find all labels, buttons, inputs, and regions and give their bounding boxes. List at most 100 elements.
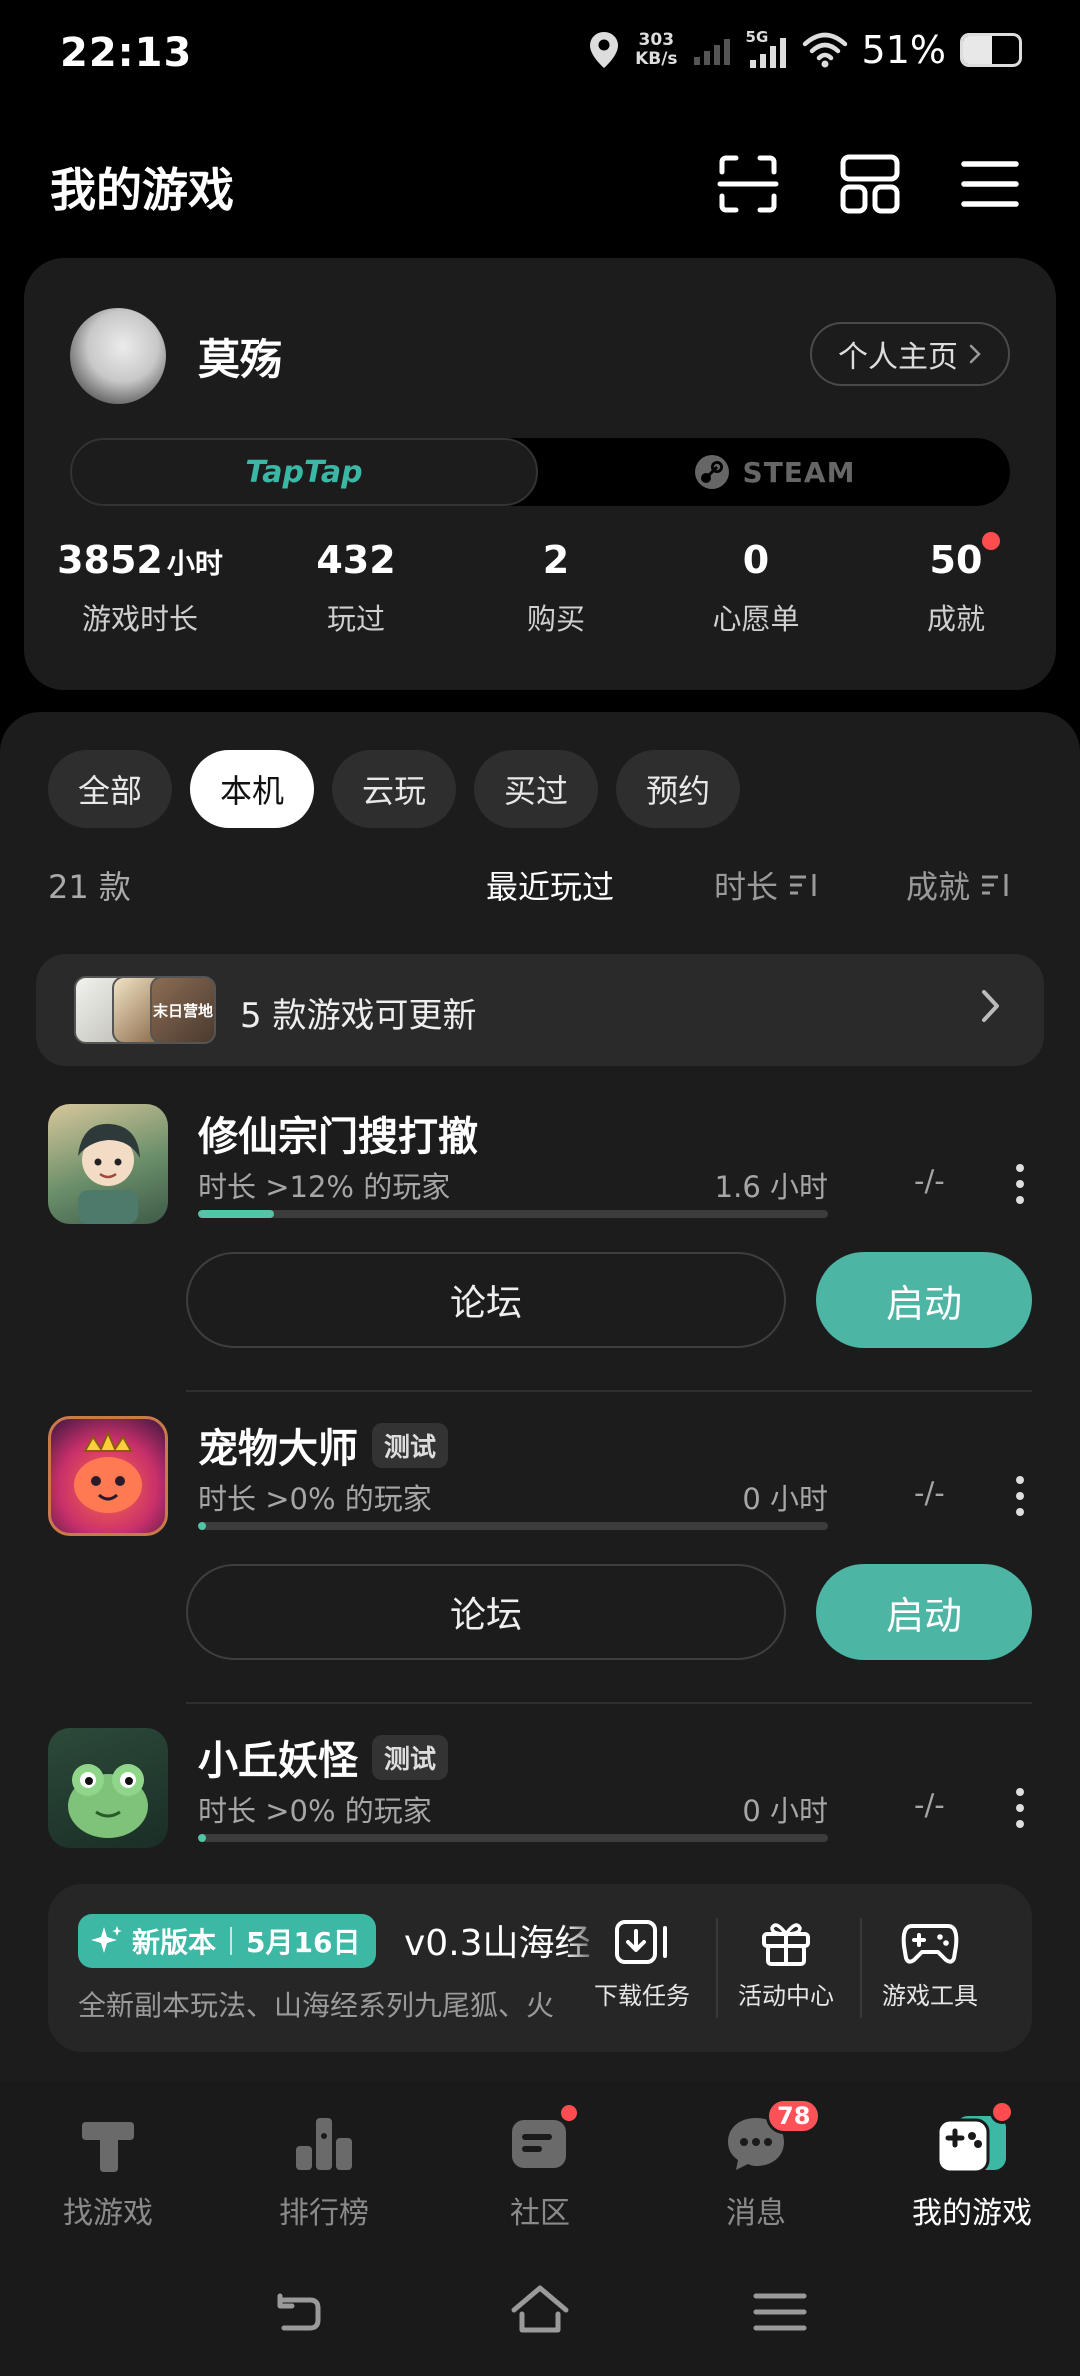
- stat-play-time[interactable]: 3852 小时 游戏时长: [24, 538, 256, 638]
- game-hours: 0 小时: [742, 1482, 828, 1516]
- profile-link-button[interactable]: 个人主页: [810, 322, 1010, 386]
- home-icon[interactable]: [508, 2280, 572, 2344]
- notification-dot: [558, 2102, 580, 2124]
- wifi-icon: [802, 32, 847, 68]
- status-bar: 22:13 303 KB/s 5G 51%: [0, 0, 1080, 120]
- version-description: 全新副本玩法、山海经系列九尾狐、火: [78, 1989, 555, 2022]
- update-text: 5 款游戏可更新: [240, 996, 477, 1036]
- gift-icon: [762, 1923, 810, 1966]
- grid-icon[interactable]: [838, 152, 902, 216]
- battery-fill: [963, 36, 992, 64]
- divider: [186, 1702, 1032, 1704]
- game-row[interactable]: 小丘妖怪 测试 时长 >0% 的玩家 0 小时 -/-: [48, 1728, 1032, 1858]
- game-count: 21 款: [48, 868, 131, 906]
- system-navigation-bar: [0, 2260, 1080, 2370]
- gamepad-icon: [901, 1924, 959, 1964]
- pet-art-icon: [74, 1430, 142, 1513]
- sort-icon: [790, 874, 816, 896]
- nav-find-games[interactable]: 找游戏: [0, 2110, 216, 2232]
- taptap-t-icon: [82, 2122, 134, 2172]
- activity-center-button[interactable]: 活动中心: [718, 1916, 854, 2011]
- game-name: 宠物大师 测试: [198, 1416, 449, 1474]
- game-list-panel: 全部 本机 云玩 买过 预约 21 款 最近玩过 时长 成就 末日营地 5 款游…: [0, 712, 1080, 2082]
- update-game-icons: 末日营地: [74, 976, 216, 1044]
- back-icon[interactable]: [266, 2280, 330, 2344]
- header: 我的游戏: [0, 140, 1080, 230]
- ranking-icon: [296, 2118, 352, 2170]
- nav-community[interactable]: 社区: [432, 2102, 648, 2232]
- playtime-progress: [198, 1834, 828, 1842]
- chevron-right-icon: [969, 344, 981, 364]
- new-version-badge: 新版本 5月16日: [78, 1914, 377, 1968]
- launch-button[interactable]: 启动: [816, 1252, 1032, 1348]
- game-name: 小丘妖怪 测试: [198, 1728, 449, 1786]
- scan-icon[interactable]: [716, 152, 780, 216]
- playtime-progress: [198, 1210, 828, 1218]
- game-thumb-icon: 末日营地: [150, 976, 216, 1044]
- sort-recent[interactable]: 最近玩过: [486, 862, 614, 908]
- download-tasks-button[interactable]: 下载任务: [574, 1916, 710, 2011]
- more-vertical-icon[interactable]: [1014, 1786, 1026, 1830]
- username[interactable]: 莫殇: [198, 326, 282, 387]
- game-meta: 时长 >0% 的玩家 0 小时: [198, 1476, 828, 1518]
- filter-chip-cloud[interactable]: 云玩: [332, 750, 457, 828]
- platform-toggle: TapTap STEAM: [70, 438, 1010, 506]
- message-count-badge: 78: [766, 2098, 822, 2134]
- filter-chip-reserved[interactable]: 预约: [616, 750, 741, 828]
- game-icon[interactable]: [48, 1104, 168, 1224]
- forum-button[interactable]: 论坛: [186, 1252, 786, 1348]
- page-title: 我的游戏: [50, 163, 234, 217]
- nav-rankings[interactable]: 排行榜: [216, 2110, 432, 2232]
- divider: [186, 1390, 1032, 1392]
- game-row[interactable]: 修仙宗门搜打撤 时长 >12% 的玩家 1.6 小时 -/- 论坛 启动: [48, 1104, 1032, 1394]
- more-vertical-icon[interactable]: [1014, 1474, 1026, 1518]
- game-meta: 时长 >0% 的玩家 0 小时: [198, 1788, 828, 1830]
- game-hours: 1.6 小时: [714, 1170, 828, 1204]
- game-icon[interactable]: [48, 1728, 168, 1848]
- platform-steam-tab[interactable]: STEAM: [538, 438, 1010, 506]
- profile-card: 莫殇 个人主页 TapTap STEAM 3852 小时 游戏时长 432 玩过 …: [24, 258, 1056, 690]
- game-name: 修仙宗门搜打撤: [198, 1114, 478, 1160]
- menu-icon[interactable]: [958, 152, 1022, 216]
- playtime-progress-fill: [198, 1834, 206, 1842]
- net-speed: 303 KB/s: [635, 30, 678, 69]
- new-version-strip[interactable]: 新版本 5月16日 v0.3山海经 全新副本玩法、山海经系列九尾狐、火 下载任务…: [48, 1884, 1032, 2052]
- stat-played[interactable]: 432 玩过: [256, 538, 456, 638]
- forum-button[interactable]: 论坛: [186, 1564, 786, 1660]
- battery-icon: [960, 33, 1022, 67]
- game-tools-button[interactable]: 游戏工具: [862, 1916, 998, 2011]
- stat-purchased[interactable]: 2 购买: [456, 538, 656, 638]
- sort-duration[interactable]: 时长: [714, 862, 820, 908]
- battery-percent: 51%: [861, 28, 946, 72]
- status-indicators: 303 KB/s 5G 51%: [587, 28, 1022, 72]
- game-icon[interactable]: [48, 1416, 168, 1536]
- signal-weak-icon: [693, 39, 730, 65]
- download-icon: [615, 1920, 667, 1964]
- launch-button[interactable]: 启动: [816, 1564, 1032, 1660]
- status-time: 22:13: [60, 30, 193, 76]
- stat-achievements[interactable]: 50 成就: [856, 532, 1056, 638]
- filter-chip-bought[interactable]: 买过: [474, 750, 599, 828]
- update-banner[interactable]: 末日营地 5 款游戏可更新: [36, 954, 1044, 1066]
- stat-wishlist[interactable]: 0 心愿单: [656, 538, 856, 638]
- test-badge: 测试: [372, 1422, 449, 1468]
- sort-achievement[interactable]: 成就: [906, 862, 1012, 908]
- profile-stats: 3852 小时 游戏时长 432 玩过 2 购买 0 心愿单 50 成就: [24, 532, 1056, 638]
- location-icon: [590, 32, 619, 68]
- more-vertical-icon[interactable]: [1014, 1162, 1026, 1206]
- character-art-icon: [78, 1123, 140, 1224]
- recents-icon[interactable]: [748, 2280, 812, 2344]
- game-achievement: -/-: [914, 1476, 945, 1510]
- filter-chip-local[interactable]: 本机: [190, 750, 315, 828]
- game-row[interactable]: 宠物大师 测试 时长 >0% 的玩家 0 小时 -/- 论坛 启动: [48, 1416, 1032, 1706]
- game-meta: 时长 >12% 的玩家 1.6 小时: [198, 1164, 828, 1206]
- steam-icon: [694, 455, 729, 489]
- playtime-progress-fill: [198, 1210, 274, 1218]
- nav-my-games[interactable]: 我的游戏: [864, 2100, 1080, 2232]
- platform-taptap-tab[interactable]: TapTap: [70, 438, 538, 506]
- filter-chip-all[interactable]: 全部: [48, 750, 173, 828]
- nav-messages[interactable]: 78 消息: [648, 2098, 864, 2232]
- game-hours: 0 小时: [742, 1794, 828, 1828]
- avatar[interactable]: [70, 308, 166, 404]
- game-achievement: -/-: [914, 1164, 945, 1198]
